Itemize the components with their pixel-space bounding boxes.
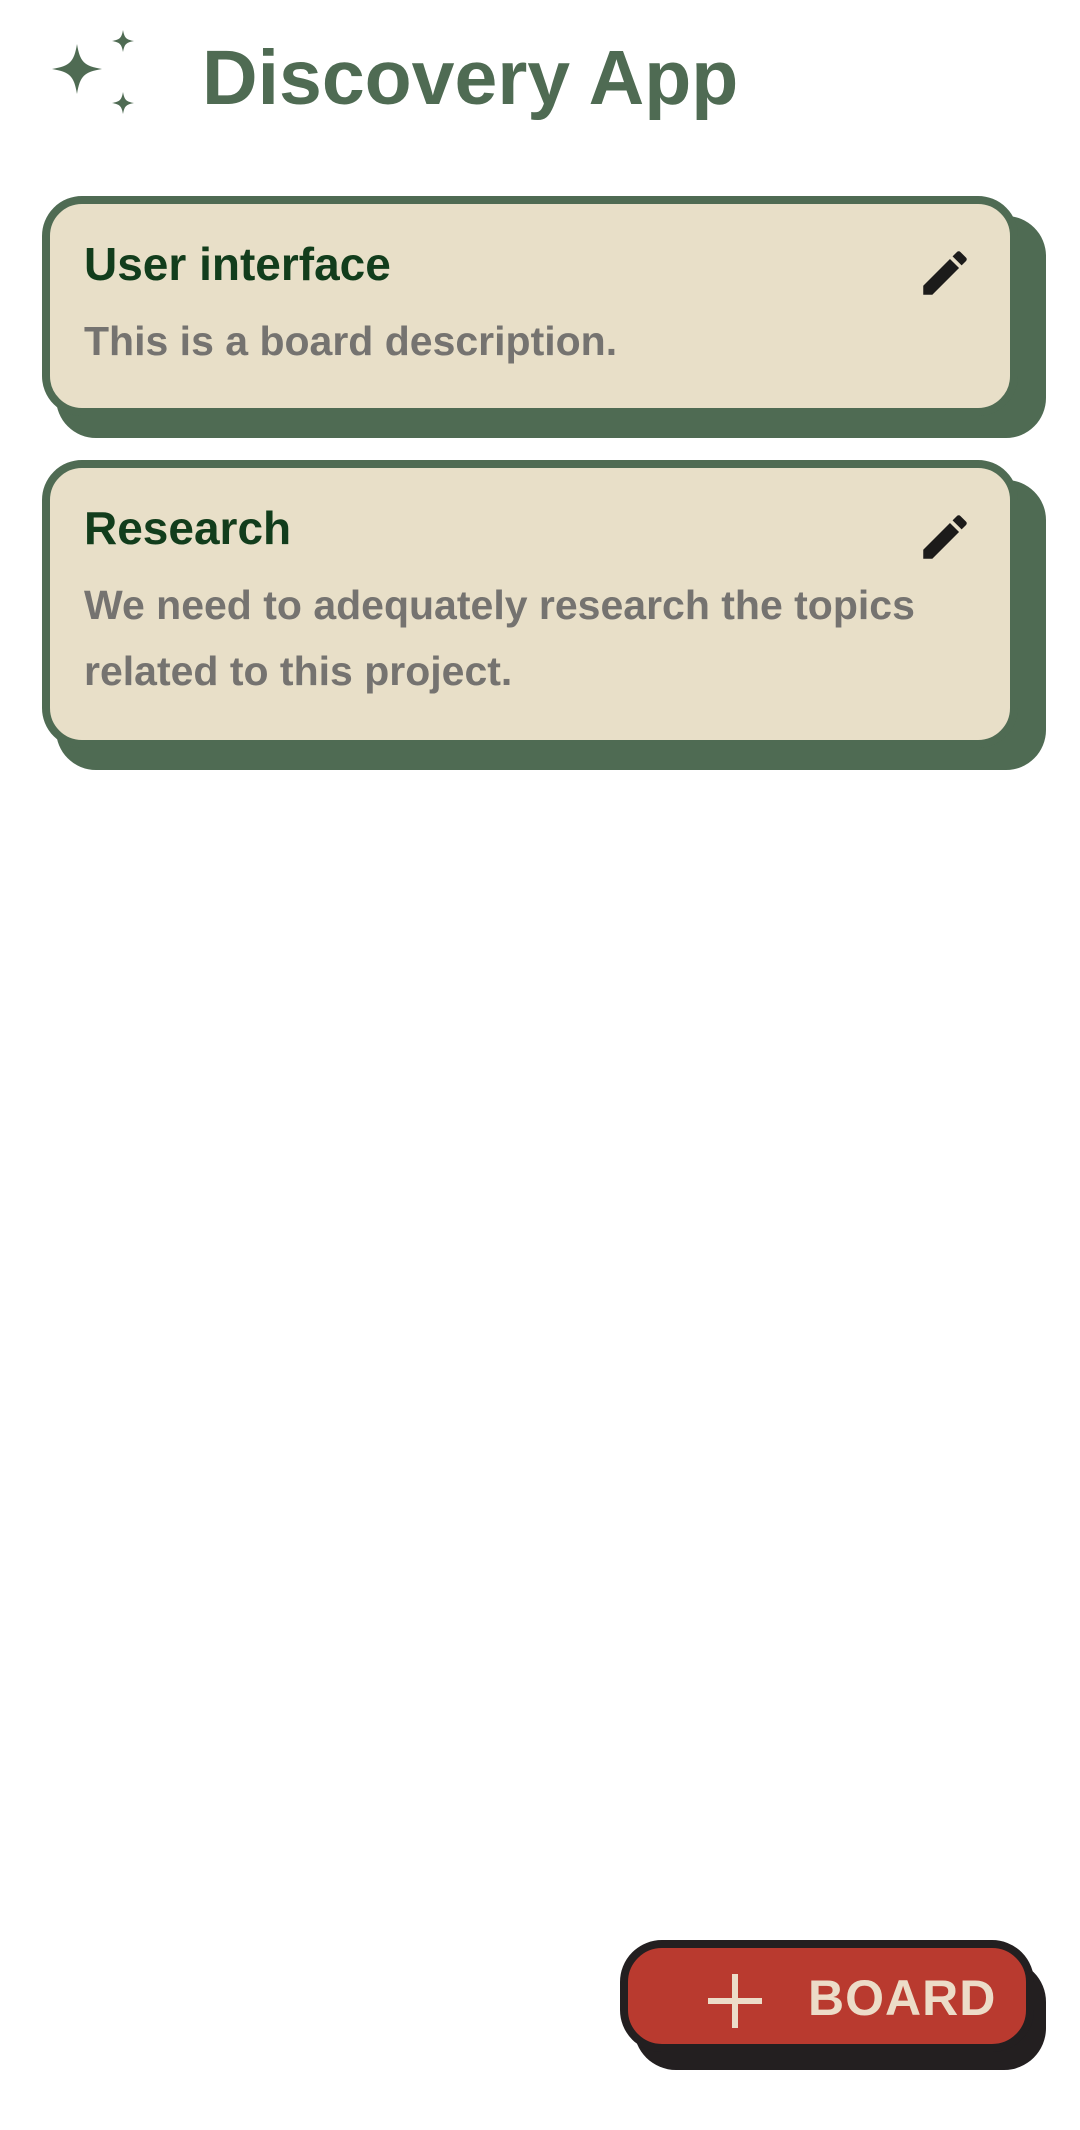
add-board-label: BOARD: [808, 1970, 997, 2026]
add-board-button[interactable]: BOARD: [620, 1940, 1034, 2052]
board-title: User interface: [84, 238, 391, 290]
add-board-fab-wrapper: BOARD: [620, 1940, 1050, 2070]
app-header: Discovery App: [0, 0, 1080, 160]
pencil-icon[interactable]: [916, 508, 974, 566]
board-description: We need to adequately research the topic…: [84, 582, 915, 694]
sparkles-icon: [52, 30, 134, 114]
board-title: Research: [84, 502, 292, 554]
board-card[interactable]: User interface This is a board descripti…: [42, 196, 1018, 416]
pencil-icon[interactable]: [916, 244, 974, 302]
board-card[interactable]: Research We need to adequately research …: [42, 460, 1018, 748]
app-title: Discovery App: [202, 35, 739, 121]
plus-icon: [708, 1974, 762, 2028]
board-description: This is a board description.: [84, 318, 618, 364]
